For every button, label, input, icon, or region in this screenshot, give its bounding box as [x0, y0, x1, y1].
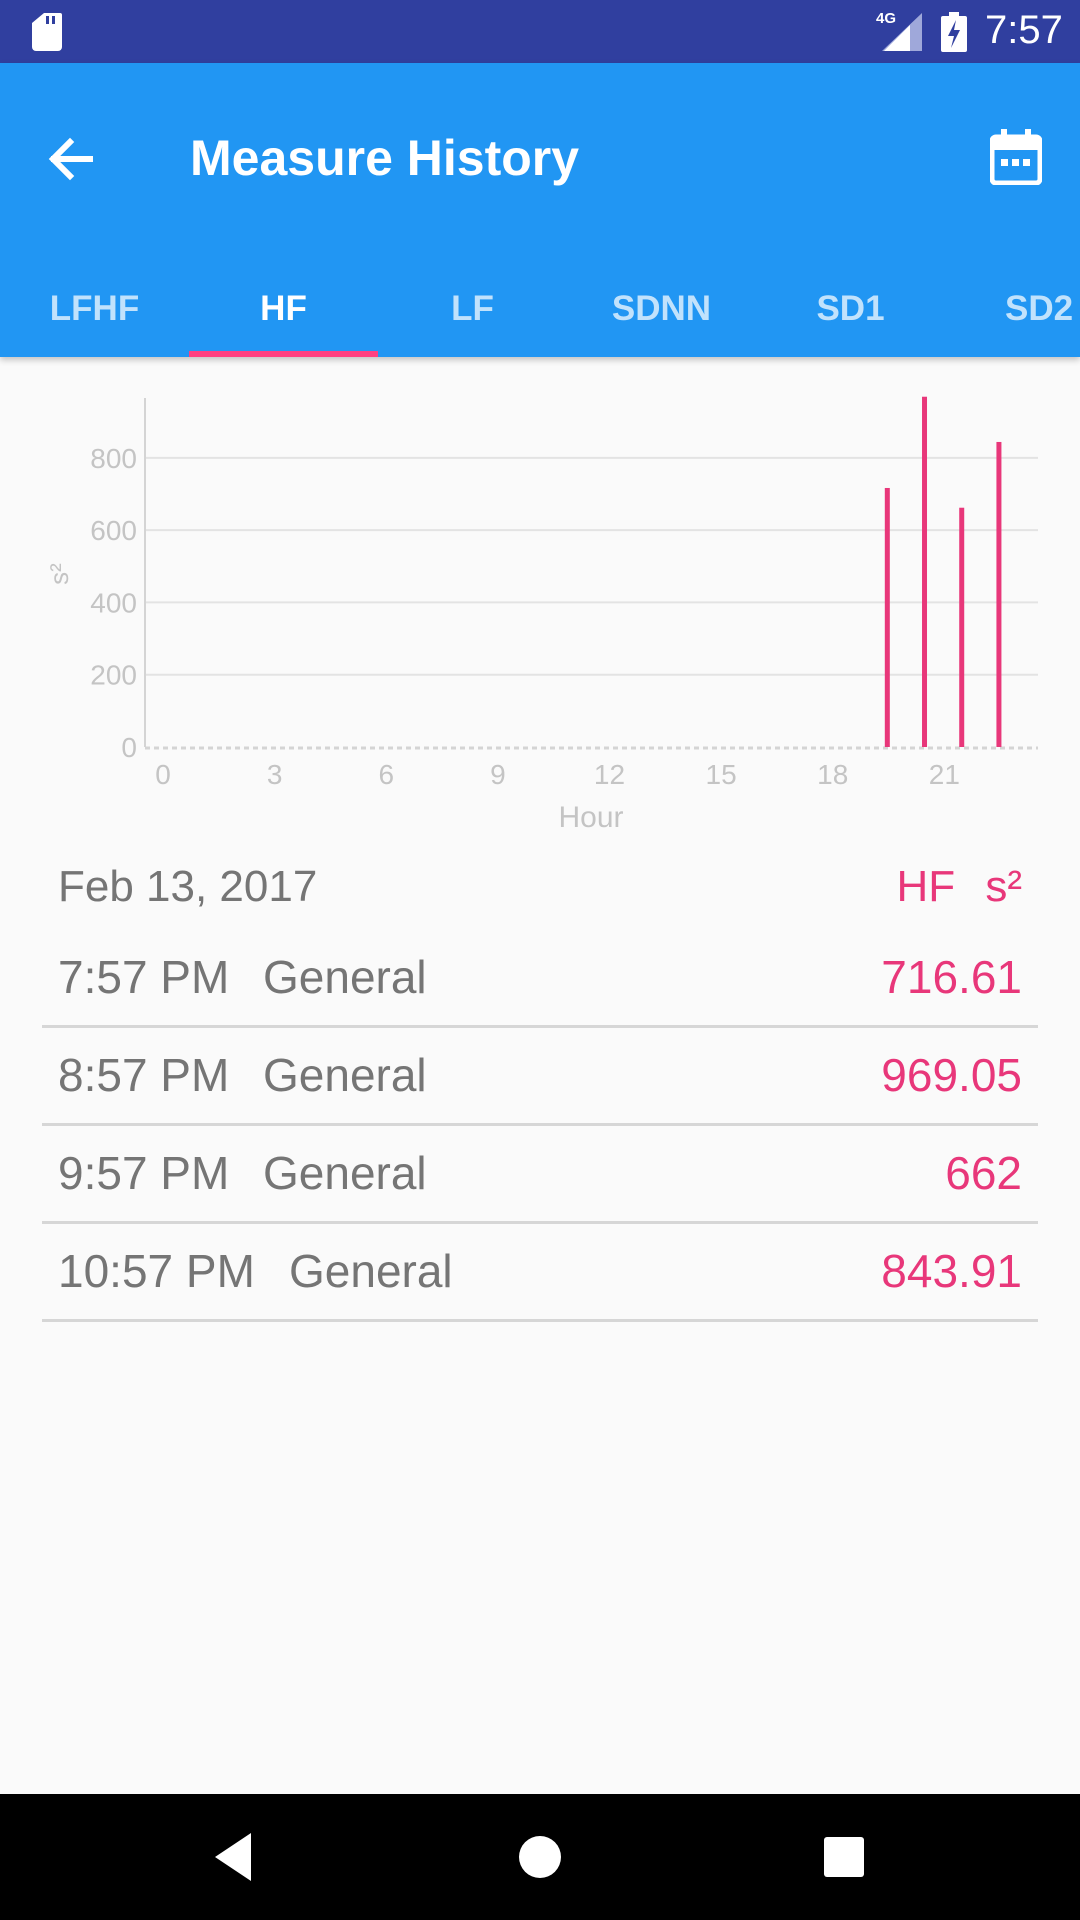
calendar-icon[interactable]	[990, 129, 1042, 185]
x-tick-label: 3	[267, 759, 283, 790]
tab-indicator	[189, 351, 378, 357]
x-tick-label: 12	[594, 759, 625, 790]
x-tick-label: 6	[378, 759, 394, 790]
measurement-time: 9:57 PM	[58, 1147, 230, 1199]
tab-sdnn[interactable]: SDNN	[567, 259, 756, 357]
tab-bar: LFHF HF LF SDNN SD1 SD2	[0, 259, 1080, 357]
list-item[interactable]: 7:57 PM General 716.61	[42, 930, 1038, 1028]
sd-card-icon	[32, 13, 62, 51]
x-tick-label: 0	[155, 759, 171, 790]
measurement-time: 10:57 PM	[58, 1245, 255, 1297]
measurement-time: 7:57 PM	[58, 951, 230, 1003]
y-tick-label: 0	[121, 732, 137, 763]
measurement-type: General	[289, 1245, 453, 1297]
measurement-value: 969.05	[881, 1049, 1022, 1101]
x-tick-label: 21	[929, 759, 960, 790]
list-item[interactable]: 9:57 PM General 662	[42, 1126, 1038, 1224]
hf-bar-chart: 0 200 400 600 800 0 3 6 9 12 15 18 21 s² Hour	[44, 396, 1038, 834]
measurement-type: General	[263, 1049, 427, 1101]
tab-lf[interactable]: LF	[378, 259, 567, 357]
tab-lfhf[interactable]: LFHF	[0, 259, 189, 357]
signal-icon	[882, 13, 922, 51]
navigation-bar	[0, 1794, 1080, 1920]
chart-bar	[922, 396, 928, 747]
chart-bar	[959, 507, 965, 747]
chart-tick-labels: 0 200 400 600 800 0 3 6 9 12 15 18 21	[90, 443, 960, 790]
x-tick-label: 9	[490, 759, 506, 790]
list-item[interactable]: 10:57 PM General 843.91	[42, 1224, 1038, 1322]
chart-grid	[145, 456, 1038, 676]
measurement-value: 843.91	[881, 1245, 1022, 1297]
tab-sd1[interactable]: SD1	[756, 259, 945, 357]
back-triangle-icon[interactable]	[201, 1822, 271, 1892]
y-axis-label: s²	[44, 563, 74, 585]
summary-metric: HF	[896, 862, 956, 911]
measurement-value: 716.61	[881, 951, 1022, 1003]
tab-hf[interactable]: HF	[189, 259, 378, 357]
chart-bar	[996, 441, 1002, 747]
tab-sd2[interactable]: SD2	[945, 259, 1080, 357]
status-bar: 4G 7:57	[0, 0, 1080, 63]
y-tick-label: 400	[90, 587, 137, 618]
summary-unit: s²	[985, 862, 1022, 911]
chart-bars	[884, 396, 1002, 747]
home-circle-icon[interactable]	[505, 1822, 575, 1892]
y-tick-label: 800	[90, 443, 137, 474]
recents-square-icon[interactable]	[809, 1822, 879, 1892]
measurement-type: General	[263, 1147, 427, 1199]
y-tick-label: 600	[90, 515, 137, 546]
summary-metric-unit: HF s²	[860, 862, 1022, 912]
app-bar: Measure History LFHF HF LF SDNN SD1 SD2	[0, 63, 1080, 357]
x-tick-label: 18	[817, 759, 848, 790]
chart-bar	[884, 487, 890, 747]
status-time: 7:57	[985, 8, 1063, 52]
list-item[interactable]: 8:57 PM General 969.05	[42, 1028, 1038, 1126]
chart-axes	[144, 398, 1038, 750]
x-axis-label: Hour	[558, 801, 623, 834]
battery-charging-icon	[941, 12, 967, 52]
measurement-type: General	[263, 951, 427, 1003]
x-tick-label: 15	[706, 759, 737, 790]
arrow-back-icon[interactable]	[44, 131, 100, 187]
y-tick-label: 200	[90, 660, 137, 691]
measurement-time: 8:57 PM	[58, 1049, 230, 1101]
summary-date: Feb 13, 2017	[58, 862, 318, 911]
measurement-value: 662	[945, 1147, 1022, 1199]
page-title: Measure History	[190, 130, 580, 186]
